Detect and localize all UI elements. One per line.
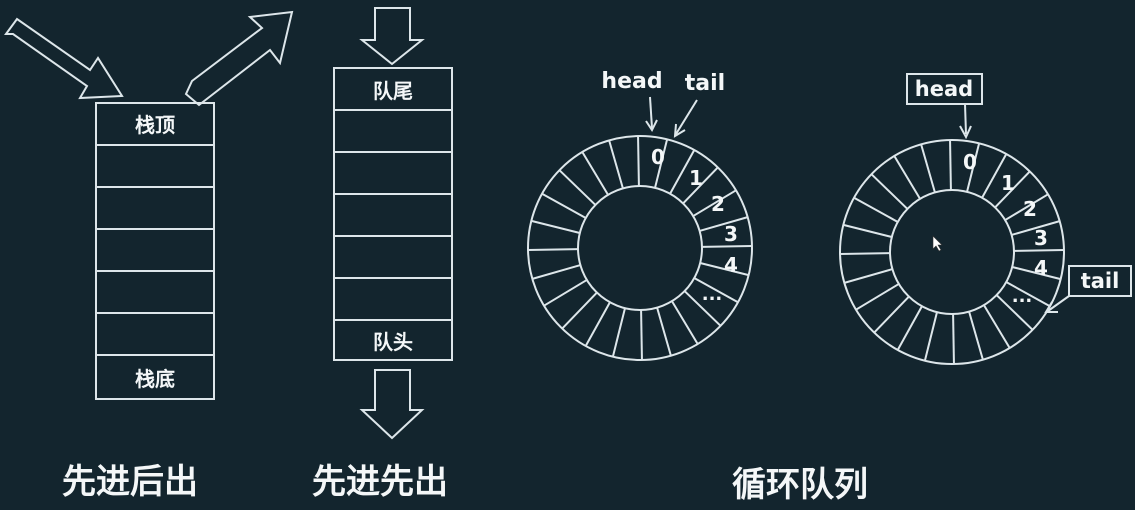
ring-slot-divider (893, 155, 921, 200)
push-arrow-icon (4, 17, 124, 100)
stack-diagram: 栈顶 栈底 先进后出 (4, 10, 294, 502)
ring-slot-divider (1013, 249, 1065, 252)
ring-slot-divider (839, 252, 891, 255)
queue-diagram: 队尾 队头 先进先出 (312, 7, 453, 502)
ring1-index-ellipsis: ... (702, 284, 723, 305)
ring-slot-divider (920, 144, 936, 193)
ring2-index-4: 4 (1034, 256, 1048, 280)
ring2-tail-label: tail (1081, 269, 1120, 293)
ring1-index-0: 0 (651, 145, 665, 169)
ring2-index-1: 1 (1001, 171, 1015, 195)
ring-inner-circle (577, 185, 703, 311)
queue-caption: 先进先出 (312, 462, 448, 502)
ring-slot-divider (541, 192, 587, 219)
ring-slot-divider (640, 309, 643, 361)
queue-tail-label: 队尾 (373, 79, 413, 103)
ring-slot-divider (968, 311, 984, 360)
ring-slot-divider (843, 223, 893, 238)
ring1-index-4: 4 (724, 253, 738, 277)
ring1-head-label: head (601, 69, 662, 94)
ring-slot-divider (543, 279, 588, 307)
ring-outer-circle (839, 139, 1065, 365)
stack-bottom-label: 栈底 (135, 367, 175, 391)
circular-queue-1: head tail 0 1 2 3 4 ... (527, 69, 753, 361)
ring1-index-1: 1 (689, 166, 703, 190)
ring-inner-circle (889, 189, 1015, 315)
mouse-cursor-icon (932, 235, 943, 252)
ring1-tail-label: tail (685, 71, 725, 96)
ring-slot-divider (581, 151, 609, 196)
pop-arrow-icon (184, 10, 294, 107)
ring2-index-2: 2 (1023, 197, 1037, 221)
ring1-tail-pointer (675, 99, 698, 135)
queue-box (333, 67, 453, 361)
ring2-head-label: head (915, 77, 973, 101)
ring-slot-divider (531, 219, 581, 234)
ring-slot-divider (532, 264, 581, 280)
ring2-index-ellipsis: ... (1012, 286, 1033, 307)
ring-slot-divider (983, 304, 1011, 349)
ring-outer-circle (527, 135, 753, 361)
ring-slot-divider (656, 307, 672, 356)
circular-queue-caption: 循环队列 (732, 465, 868, 505)
ring-slot-divider (853, 196, 899, 223)
ring2-head-pointer (964, 103, 967, 135)
stack-caption: 先进后出 (62, 462, 198, 502)
ring-slot-divider (671, 300, 699, 345)
ring-slot-divider (608, 140, 624, 189)
enqueue-arrow-icon (359, 7, 425, 66)
circular-queue-2: head tail 0 1 2 3 4 ... (839, 73, 1132, 365)
ring-slot-divider (870, 173, 909, 210)
ring-slot-divider (701, 245, 753, 248)
ring2-index-0: 0 (963, 150, 977, 174)
ring-slot-divider (844, 268, 893, 284)
stack-top-label: 栈顶 (135, 113, 175, 137)
ring-slot-divider (558, 169, 597, 206)
ring-slot-divider (952, 313, 955, 365)
ring-slot-divider (896, 305, 923, 351)
ring2-index-3: 3 (1034, 226, 1048, 250)
ring-slot-divider (584, 301, 611, 347)
ring-1 (527, 135, 753, 361)
ring-slot-divider (637, 135, 640, 187)
queue-head-label: 队头 (373, 330, 413, 354)
ring-slot-divider (855, 283, 900, 311)
diagram-canvas: .ln { fill: none; stroke: #dde6ea; strok… (4, 7, 1132, 505)
ring1-head-pointer (649, 96, 653, 129)
dequeue-arrow-icon (359, 369, 425, 440)
ring1-index-3: 3 (724, 222, 738, 246)
ring-slot-divider (949, 139, 952, 191)
ring1-index-2: 2 (711, 192, 725, 216)
ring-slot-divider (873, 295, 910, 334)
ring-slot-divider (923, 311, 938, 361)
data-structures-diagram: .ln { fill: none; stroke: #dde6ea; strok… (0, 0, 1135, 506)
ring-slot-divider (611, 307, 626, 357)
ring-2 (839, 139, 1065, 365)
ring-slot-divider (561, 291, 598, 330)
ring-slot-divider (527, 248, 579, 251)
